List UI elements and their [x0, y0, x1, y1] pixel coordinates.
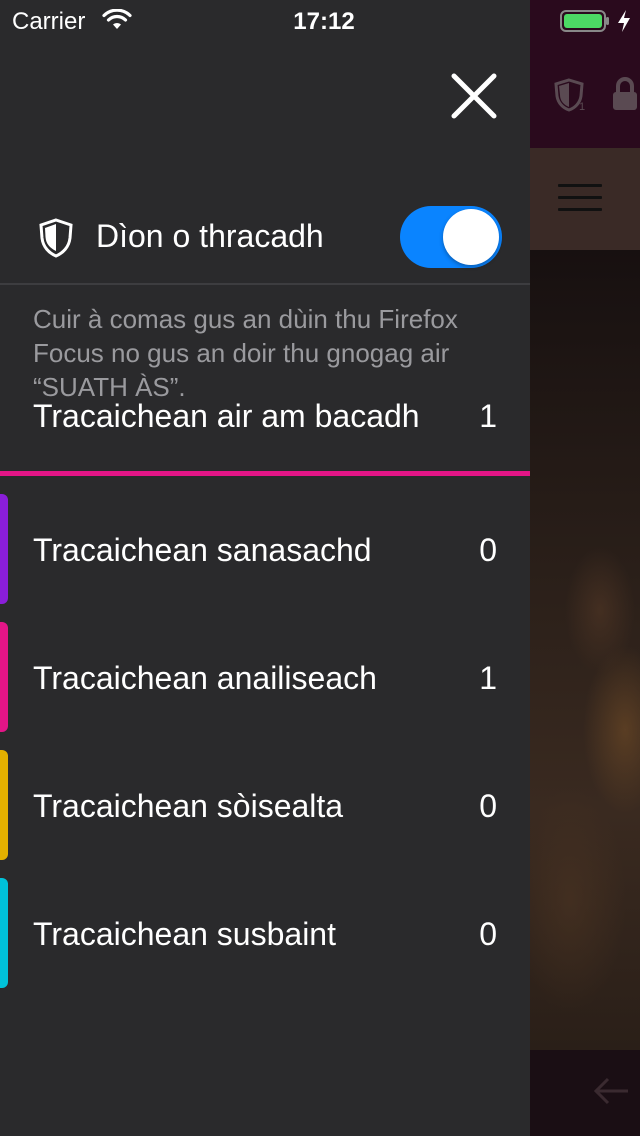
category-count: 0: [479, 532, 497, 568]
tracker-category-row: Tracaichean susbaint 0: [0, 878, 530, 988]
category-color-bar: [0, 622, 8, 732]
blocked-trackers-rule: [0, 471, 530, 476]
category-count: 0: [479, 788, 497, 824]
background-photo: [530, 250, 640, 1050]
category-color-bar: [0, 494, 8, 604]
battery-charging-icon: [560, 10, 609, 32]
category-label: Tracaichean susbaint: [33, 916, 336, 952]
tracker-category-row: Tracaichean anailiseach 1: [0, 622, 530, 732]
category-label: Tracaichean anailiseach: [33, 660, 377, 696]
divider: [0, 283, 530, 285]
status-time: 17:12: [293, 8, 355, 35]
category-label: Tracaichean sòisealta: [33, 788, 344, 824]
tracking-protection-row: Dìon o thracadh: [0, 198, 530, 282]
status-bar: Carrier 17:12: [0, 0, 640, 40]
tracking-protection-drawer: Dìon o thracadh Cuir à comas gus an dùin…: [0, 0, 530, 1136]
switch-knob: [443, 209, 499, 265]
protection-description: Cuir à comas gus an dùin thu Firefox Foc…: [33, 304, 458, 402]
category-color-bar: [0, 878, 8, 988]
tracker-category-row: Tracaichean sanasachd 0: [0, 494, 530, 604]
shield-icon: [39, 218, 73, 258]
background-lock-icon: [613, 77, 637, 110]
tracking-protection-switch[interactable]: [400, 206, 502, 268]
charging-bolt-icon: [618, 10, 630, 32]
category-count: 1: [479, 660, 497, 696]
background-tracker-badge: 1: [579, 101, 585, 112]
blocked-trackers-label: Tracaichean air am bacadh: [33, 398, 420, 434]
tracking-protection-label: Dìon o thracadh: [96, 218, 324, 254]
category-label: Tracaichean sanasachd: [33, 532, 372, 568]
blocked-trackers-row: Tracaichean air am bacadh 1: [0, 390, 530, 480]
category-count: 0: [479, 916, 497, 952]
background-back-arrow-icon[interactable]: [590, 1075, 630, 1107]
background-shield-icon[interactable]: 1: [553, 78, 585, 112]
tracker-category-row: Tracaichean sòisealta 0: [0, 750, 530, 860]
close-icon[interactable]: [448, 70, 500, 122]
hamburger-menu-icon[interactable]: [558, 184, 602, 212]
blocked-trackers-count: 1: [479, 398, 497, 434]
category-color-bar: [0, 750, 8, 860]
